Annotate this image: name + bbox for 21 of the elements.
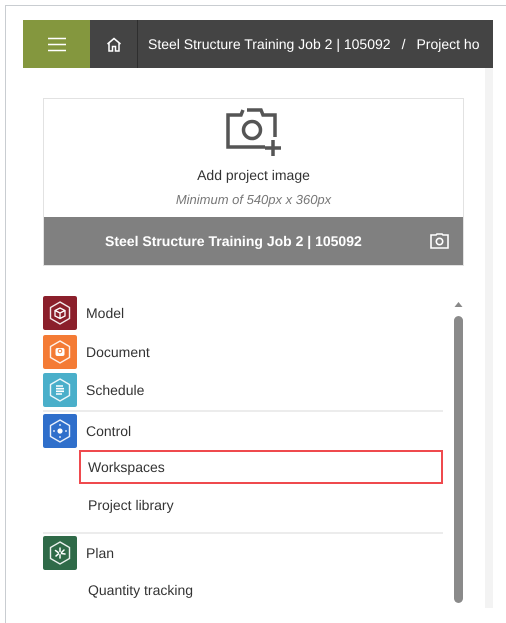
nav-item[interactable]: Workspaces <box>79 450 443 484</box>
breadcrumb-link[interactable]: Project ho <box>416 36 480 52</box>
menu-icon <box>48 36 66 52</box>
nav-item[interactable]: Quantity tracking <box>79 572 443 606</box>
camera-icon[interactable] <box>430 233 449 249</box>
app-link[interactable]: Control <box>86 422 132 439</box>
app-link[interactable]: Model <box>86 305 124 322</box>
project-name: Steel Structure Training Job 2 | 105092 <box>105 233 362 249</box>
app-icon[interactable] <box>43 296 77 330</box>
app-link[interactable]: Schedule <box>86 382 144 398</box>
breadcrumb-separator: / <box>402 36 406 52</box>
breadcrumb-link[interactable]: Steel Structure Training Job 2 | 105092 <box>148 36 391 52</box>
upload-label: Add project image <box>197 167 310 183</box>
app-icon[interactable] <box>43 536 77 570</box>
upload-hint: Minimum of 540px x 360px <box>176 192 332 207</box>
app-icon[interactable] <box>43 414 77 448</box>
app-link[interactable]: Plan <box>86 545 114 562</box>
app-link[interactable]: Document <box>86 344 150 360</box>
home-icon <box>106 36 122 52</box>
camera-plus-icon[interactable] <box>224 107 282 157</box>
nav-item[interactable]: Project library <box>79 488 443 522</box>
